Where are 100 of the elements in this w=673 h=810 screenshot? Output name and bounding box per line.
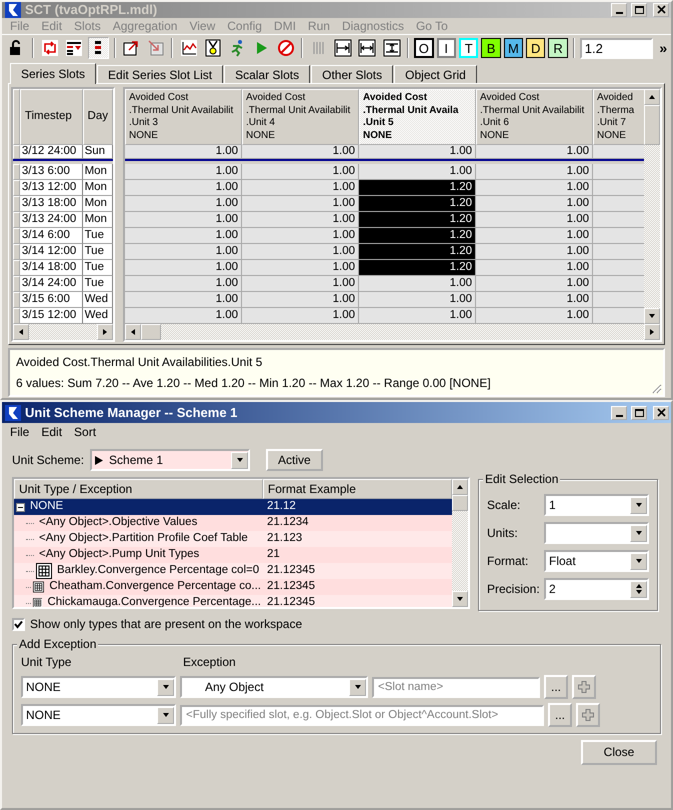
browse-button[interactable]: ... <box>548 703 572 728</box>
toggle-button[interactable]: T <box>458 38 478 58</box>
tree-row[interactable]: NONE 21.12 <box>14 499 452 516</box>
table-cell: Mon <box>82 212 113 228</box>
scrollbar-track[interactable] <box>452 479 468 608</box>
column-header[interactable]: Avoided Cost .Thermal Unit Availabilit .Unit 3 NONE <box>125 89 242 146</box>
scroll-left-button[interactable] <box>13 324 29 340</box>
tab[interactable]: Object Grid <box>394 65 477 84</box>
add-button[interactable] <box>572 675 596 700</box>
no-entry-icon[interactable] <box>276 39 295 58</box>
dropdown[interactable]: Any Object <box>180 676 368 698</box>
column-header[interactable]: Day <box>82 89 113 146</box>
format-example: 21.12345 <box>266 564 316 578</box>
format-example: 21 <box>266 548 281 562</box>
column-header[interactable]: Avoided .Therma .Unit 7 NONE <box>593 89 644 146</box>
table-cell: 3/15 12:00 <box>20 308 83 324</box>
filter-icon[interactable] <box>65 39 83 58</box>
dropdown[interactable]: NONE <box>21 676 176 698</box>
tree-item-label: Barkley.Convergence Percentage col=0 <box>56 564 260 578</box>
scroll-right-button[interactable] <box>644 324 660 340</box>
table-cell: Tue <box>82 276 113 292</box>
row-selector[interactable] <box>13 145 20 160</box>
menu-item[interactable]: File <box>4 424 36 440</box>
scroll-thumb[interactable] <box>452 495 468 512</box>
text-field[interactable]: <Slot name> <box>372 676 540 698</box>
close-button[interactable]: Close <box>581 740 657 765</box>
line-chart-icon[interactable] <box>180 39 198 58</box>
maximize-button[interactable] <box>631 3 647 17</box>
triangle-up-icon <box>648 93 656 102</box>
minimize-button[interactable] <box>611 3 627 17</box>
swap-arrows-icon[interactable] <box>40 39 59 58</box>
tree-row[interactable]: Barkley.Convergence Percentage col=0 21.12345 <box>14 563 452 580</box>
tab[interactable]: Scalar Slots <box>224 65 310 84</box>
table-cell: 1.00 <box>242 212 359 228</box>
toggle-button[interactable]: M <box>504 38 524 58</box>
scroll-left-button[interactable] <box>125 324 141 340</box>
minimize-button[interactable] <box>611 406 627 420</box>
group-title: Edit Selection <box>483 473 560 486</box>
add-button[interactable] <box>576 703 600 728</box>
close-button[interactable] <box>653 406 669 420</box>
checkbox[interactable] <box>12 618 25 632</box>
tree-row[interactable]: <Any Object>.Partition Profile Coef Table 21.123 <box>14 531 452 548</box>
column-header[interactable]: Unit Type / Exception <box>14 479 263 500</box>
dropdown[interactable]: NONE <box>21 704 176 726</box>
arrow-in-box-icon[interactable] <box>146 39 165 58</box>
medal-icon[interactable] <box>204 39 222 58</box>
dropdown[interactable]: 1 <box>544 494 649 516</box>
table-cell: 1.00 <box>359 292 476 308</box>
table-cell: 1.00 <box>242 164 359 180</box>
maximize-button[interactable] <box>631 406 647 420</box>
app-icon <box>5 404 21 420</box>
scroll-up-button[interactable] <box>452 479 468 496</box>
tree-row[interactable]: <Any Object>.Pump Unit Types 21 <box>14 547 452 564</box>
toggle-button[interactable]: R <box>548 38 568 58</box>
scroll-up-button[interactable] <box>644 89 660 106</box>
text-field[interactable]: <Fully specified slot, e.g. Object.Slot or Object^Account.Slot> <box>180 704 544 726</box>
column-header[interactable]: Avoided Cost .Thermal Unit Availabilit .Unit 6 NONE <box>476 89 593 146</box>
tree-row[interactable]: <Any Object>.Objective Values 21.1234 <box>14 515 452 532</box>
scroll-down-button[interactable] <box>644 308 660 324</box>
scrollbar-track[interactable] <box>125 324 660 340</box>
menu-item[interactable]: Edit <box>35 424 68 440</box>
scroll-thumb[interactable] <box>644 105 660 146</box>
column-header[interactable]: Avoided Cost .Thermal Unit Availa .Unit 5 NONE <box>359 89 476 146</box>
tab[interactable]: Edit Series Slot List <box>97 65 224 84</box>
column-header[interactable]: Format Example <box>262 479 452 500</box>
table-cell: 1.00 <box>359 276 476 292</box>
overflow-button[interactable]: » <box>659 40 668 57</box>
scroll-right-button[interactable] <box>97 324 113 340</box>
scroll-down-button[interactable] <box>452 591 468 608</box>
column-header[interactable]: Timestep <box>20 89 83 146</box>
table-cell: 3/14 18:00 <box>20 260 83 276</box>
column-header[interactable]: Avoided Cost .Thermal Unit Availabilit .Unit 4 NONE <box>242 89 359 146</box>
toggle-button[interactable]: D <box>526 38 546 58</box>
value-field[interactable]: 1.2 <box>580 38 654 59</box>
tree-row[interactable]: Cheatham.Convergence Percentage co... 21.12345 <box>14 579 452 596</box>
table-cell: 1.00 <box>125 145 242 160</box>
arrow-out-box-icon[interactable] <box>122 39 140 58</box>
scroll-thumb[interactable] <box>141 324 161 340</box>
scrollbar-track[interactable] <box>13 324 113 340</box>
menu-item[interactable]: Sort <box>68 424 102 440</box>
dropdown[interactable]: Float <box>544 550 649 572</box>
tab[interactable]: Series Slots <box>10 63 96 84</box>
table-cell: 1.20 <box>359 180 476 196</box>
spinner-field[interactable]: 2 <box>544 578 649 600</box>
close-button[interactable] <box>653 3 669 17</box>
scheme-dropdown[interactable]: Scheme 1 <box>90 449 250 472</box>
arrow-to-bar-icon[interactable] <box>334 39 352 58</box>
table-cell: 1.00 <box>125 196 242 212</box>
active-button[interactable]: Active <box>266 449 323 472</box>
tab[interactable]: Other Slots <box>311 65 394 84</box>
triangle-left-icon <box>129 328 137 336</box>
toggle-button[interactable]: O <box>414 38 434 58</box>
toggle-button[interactable]: B <box>481 38 501 58</box>
expand-arrows-icon[interactable] <box>382 39 400 58</box>
close-icon <box>656 408 666 418</box>
toggle-button[interactable]: I <box>436 38 456 58</box>
browse-button[interactable]: ... <box>544 675 568 700</box>
caret-icon <box>354 683 362 692</box>
resize-grip-icon[interactable] <box>650 382 662 394</box>
collapse-icon[interactable] <box>16 502 25 512</box>
